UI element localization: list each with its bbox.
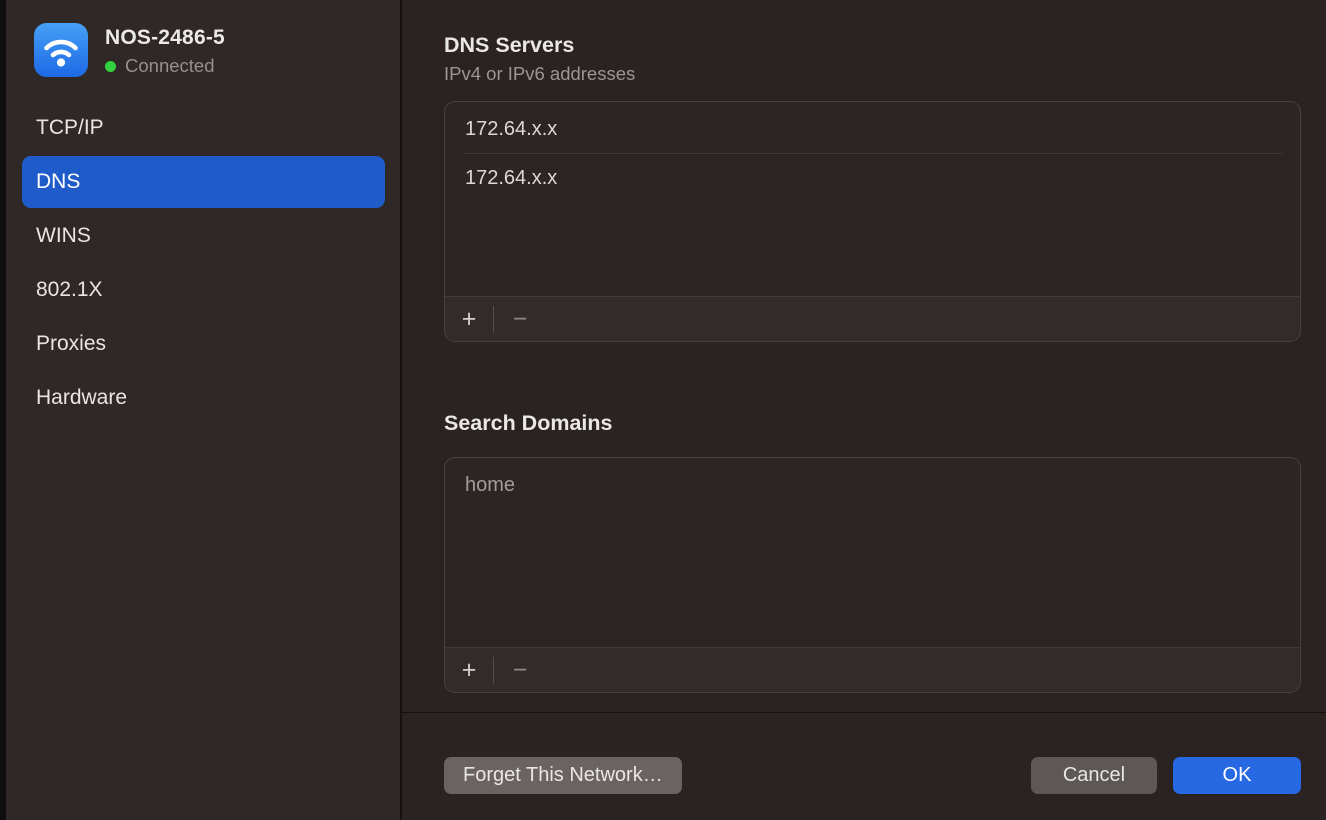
network-header: NOS-2486-5 Connected: [6, 22, 400, 77]
remove-search-domain-button[interactable]: −: [494, 648, 546, 692]
network-status: Connected: [105, 55, 225, 77]
add-search-domain-button[interactable]: +: [445, 648, 493, 692]
sidebar-item-proxies[interactable]: Proxies: [22, 318, 385, 370]
remove-dns-server-button[interactable]: −: [494, 297, 546, 341]
cancel-button[interactable]: Cancel: [1031, 757, 1157, 794]
sidebar-item-dns[interactable]: DNS: [22, 156, 385, 208]
add-dns-server-button[interactable]: +: [445, 297, 493, 341]
dns-servers-subtitle: IPv4 or IPv6 addresses: [444, 63, 1301, 85]
sidebar-item-wins[interactable]: WINS: [22, 210, 385, 262]
bottom-bar: Forget This Network… Cancel OK: [402, 712, 1326, 820]
search-domain-row[interactable]: home: [445, 461, 1300, 509]
network-name: NOS-2486-5: [105, 26, 225, 50]
dns-server-row[interactable]: 172.64.x.x: [445, 154, 1300, 202]
sidebar: NOS-2486-5 Connected TCP/IP DNS WINS 802…: [6, 0, 402, 820]
sidebar-item-8021x[interactable]: 802.1X: [22, 264, 385, 316]
dns-servers-title: DNS Servers: [444, 32, 1301, 58]
search-domains-listbox: home + −: [444, 457, 1301, 693]
network-meta: NOS-2486-5 Connected: [105, 22, 225, 77]
dns-server-row[interactable]: 172.64.x.x: [445, 105, 1300, 153]
connected-status-label: Connected: [125, 55, 214, 77]
main-panel: DNS Servers IPv4 or IPv6 addresses 172.6…: [402, 0, 1326, 820]
wifi-details-window: NOS-2486-5 Connected TCP/IP DNS WINS 802…: [0, 0, 1326, 820]
ok-button[interactable]: OK: [1173, 757, 1301, 794]
wifi-icon: [34, 23, 88, 77]
search-domains-footer: + −: [445, 647, 1300, 692]
connected-status-dot: [105, 61, 116, 72]
dns-servers-rows: 172.64.x.x 172.64.x.x: [445, 102, 1300, 296]
forget-network-button[interactable]: Forget This Network…: [444, 757, 682, 794]
sidebar-item-tcpip[interactable]: TCP/IP: [22, 102, 385, 154]
sidebar-item-hardware[interactable]: Hardware: [22, 372, 385, 424]
search-domains-title: Search Domains: [444, 410, 1301, 436]
dns-servers-listbox: 172.64.x.x 172.64.x.x + −: [444, 101, 1301, 342]
search-domains-rows: home: [445, 458, 1300, 647]
sidebar-nav: TCP/IP DNS WINS 802.1X Proxies Hardware: [6, 102, 400, 424]
dns-servers-footer: + −: [445, 296, 1300, 341]
